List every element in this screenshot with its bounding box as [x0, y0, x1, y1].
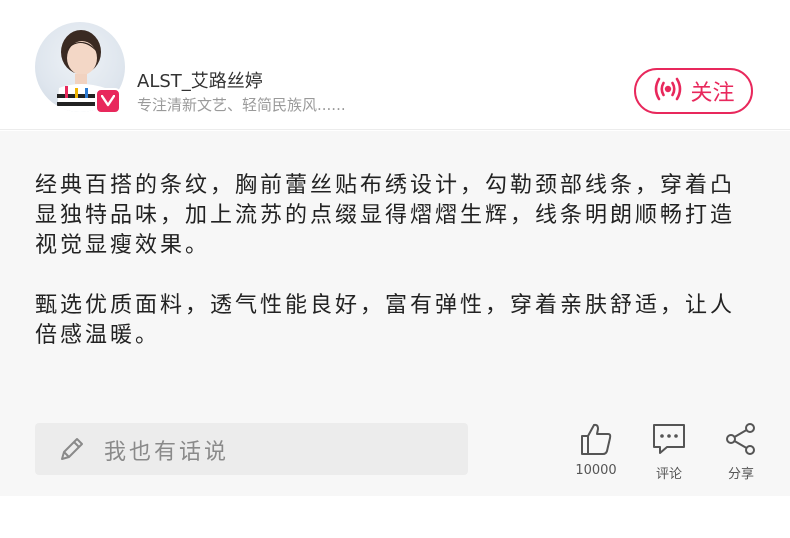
user-bio: 专注清新文艺、轻简民族风......: [137, 96, 346, 114]
comment-bubble-icon: [653, 424, 685, 454]
share-button[interactable]: 分享: [706, 421, 776, 482]
follow-button[interactable]: 关注: [634, 68, 753, 114]
like-button[interactable]: 10000: [561, 421, 631, 481]
share-icon: [726, 423, 755, 455]
comment-input[interactable]: 我也有话说: [35, 423, 468, 475]
article-paragraph: 甄选优质面料，透气性能良好，富有弹性，穿着亲肤舒适，让人倍感温暖。: [35, 293, 736, 348]
profile-header: ALST_艾路丝婷 专注清新文艺、轻简民族风...... 关注: [0, 0, 790, 130]
share-label: 分享: [727, 467, 754, 482]
live-broadcast-icon: [652, 76, 684, 106]
article-paragraph: 经典百搭的条纹，胸前蕾丝贴布绣设计，勾勒颈部线条，穿着凸显独特品味，加上流苏的点…: [35, 173, 736, 258]
article-content: 经典百搭的条纹，胸前蕾丝贴布绣设计，勾勒颈部线条，穿着凸显独特品味，加上流苏的点…: [0, 131, 790, 496]
pencil-icon: [57, 434, 87, 468]
avatar-container[interactable]: [35, 22, 125, 114]
v-badge-icon: [95, 88, 121, 114]
username[interactable]: ALST_艾路丝婷: [137, 67, 263, 93]
follow-label: 关注: [690, 81, 735, 106]
comment-placeholder: 我也有话说: [104, 440, 230, 465]
comment-button[interactable]: 评论: [634, 421, 704, 482]
comment-label: 评论: [655, 467, 682, 482]
thumbs-up-icon: [581, 423, 612, 455]
like-count: 10000: [575, 463, 617, 478]
